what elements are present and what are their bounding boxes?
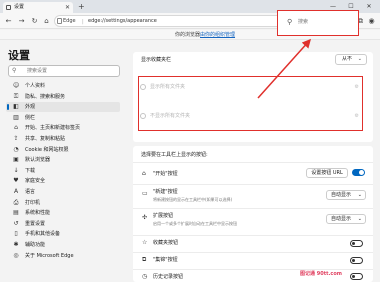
annotation-arrow <box>257 38 312 99</box>
watermark: 图记通 90tt.com <box>300 271 342 277</box>
